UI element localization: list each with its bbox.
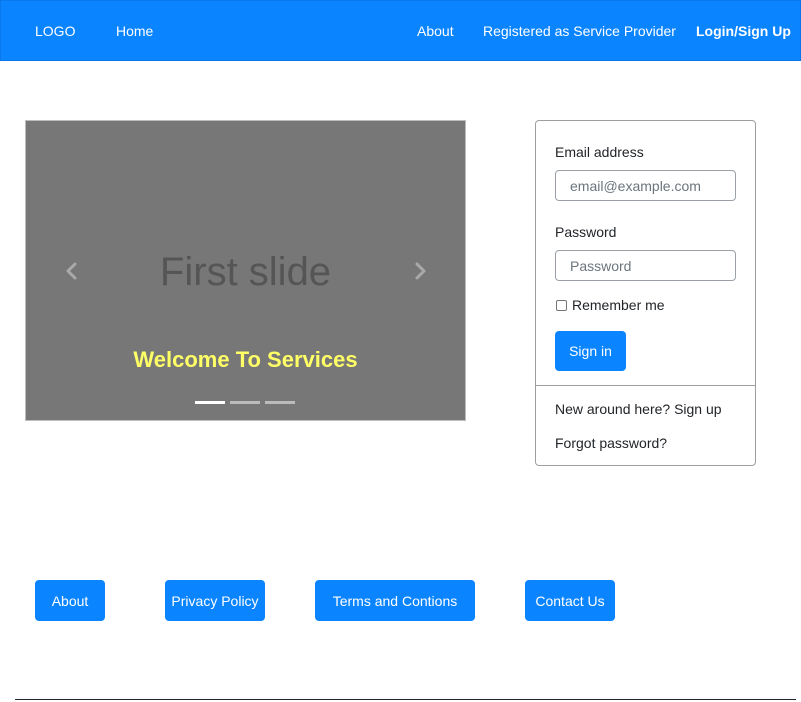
top-navbar: LOGO Home About Registered as Service Pr… [0,0,801,61]
footer-privacy-policy-button[interactable]: Privacy Policy [165,580,265,621]
footer-about-button[interactable]: About [35,580,105,621]
carousel-indicator-3[interactable] [265,401,295,404]
carousel-caption: Welcome To Services [133,347,358,372]
carousel-indicator-2[interactable] [230,401,260,404]
password-label: Password [555,224,617,240]
footer-terms-button[interactable]: Terms and Contions [315,580,475,621]
chevron-right-icon [415,262,426,280]
logo-link[interactable]: LOGO [35,23,75,40]
login-card: Email address Password Remember me Sign … [535,120,756,466]
remember-me-checkbox[interactable] [556,300,567,311]
nav-login-signup-link[interactable]: Login/Sign Up [696,23,791,40]
email-label: Email address [555,144,644,160]
signup-link[interactable]: New around here? Sign up [555,401,722,418]
card-divider [536,385,755,386]
bottom-divider [15,699,796,700]
carousel-indicators [195,401,295,404]
password-input[interactable] [555,250,736,281]
email-input[interactable] [555,170,736,201]
image-carousel: First slide Welcome To Services [25,120,466,421]
forgot-password-link[interactable]: Forgot password? [555,435,667,452]
nav-service-provider-link[interactable]: Registered as Service Provider [483,23,676,40]
carousel-next-button[interactable] [408,259,432,283]
remember-me-label: Remember me [572,297,665,313]
slide-placeholder-text: First slide [159,250,332,294]
footer-contact-us-button[interactable]: Contact Us [525,580,615,621]
carousel-indicator-1[interactable] [195,401,225,404]
nav-home-link[interactable]: Home [116,23,153,40]
sign-in-button[interactable]: Sign in [555,331,626,371]
carousel-prev-button[interactable] [60,259,84,283]
nav-about-link[interactable]: About [417,23,454,40]
chevron-left-icon [66,262,77,280]
